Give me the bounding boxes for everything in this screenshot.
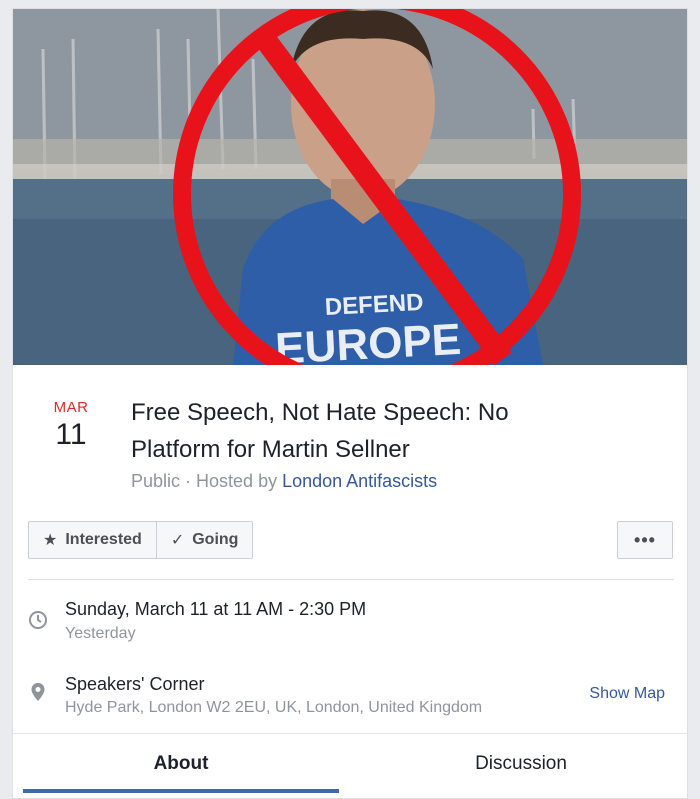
event-meta: Public · Hosted by London Antifascists bbox=[131, 471, 437, 492]
event-card: DEFEND EUROPE MAR 11 Free Speech, Not Ha… bbox=[12, 8, 688, 799]
divider bbox=[28, 579, 674, 580]
tab-about[interactable]: About bbox=[23, 734, 339, 794]
hosted-by-label: Hosted by bbox=[196, 471, 283, 491]
event-day: 11 bbox=[55, 418, 87, 451]
going-button[interactable]: ✓ Going bbox=[155, 522, 253, 558]
event-title: Free Speech, Not Hate Speech: No Platfor… bbox=[131, 399, 509, 463]
star-icon: ★ bbox=[43, 532, 58, 549]
location-address: Hyde Park, London W2 2EU, UK, London, Un… bbox=[65, 699, 483, 716]
tab-discussion[interactable]: Discussion bbox=[363, 734, 679, 794]
location-pin-icon bbox=[27, 681, 49, 703]
clock-icon bbox=[27, 609, 49, 631]
interested-label: Interested bbox=[65, 531, 142, 548]
active-tab-indicator bbox=[23, 789, 339, 793]
privacy-label: Public bbox=[131, 471, 181, 491]
shirt-text-top: DEFEND bbox=[324, 289, 424, 321]
rsvp-button-group: ★ Interested ✓ Going bbox=[28, 521, 254, 559]
cover-illustration: DEFEND EUROPE bbox=[13, 9, 687, 365]
show-map-link[interactable]: Show Map bbox=[589, 685, 665, 703]
more-options-button[interactable]: ••• bbox=[617, 521, 673, 559]
event-month: MAR bbox=[53, 399, 89, 416]
cover-photo[interactable]: DEFEND EUROPE bbox=[13, 9, 687, 365]
meta-separator: · bbox=[180, 471, 197, 491]
location-name[interactable]: Speakers' Corner bbox=[65, 674, 205, 695]
shirt-text-bottom: EUROPE bbox=[274, 315, 462, 365]
going-label: Going bbox=[192, 531, 239, 548]
checkmark-icon: ✓ bbox=[170, 532, 185, 549]
interested-button[interactable]: ★ Interested bbox=[29, 522, 156, 558]
event-date: MAR 11 bbox=[39, 399, 103, 452]
host-link[interactable]: London Antifascists bbox=[282, 471, 437, 491]
event-time: Sunday, March 11 at 11 AM - 2:30 PM bbox=[65, 599, 367, 619]
event-relative-time: Yesterday bbox=[65, 625, 136, 642]
